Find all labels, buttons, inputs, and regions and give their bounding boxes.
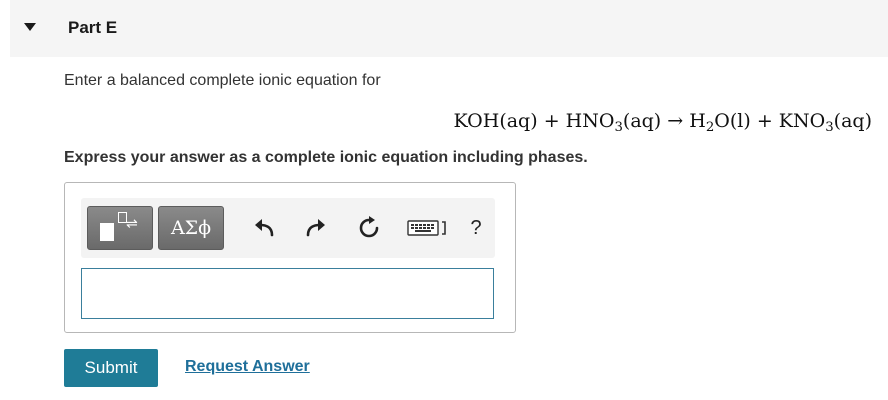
reactant-2: HNO3(aq) <box>565 110 662 135</box>
request-answer-link[interactable]: Request Answer <box>185 358 310 376</box>
product-2: KNO3(aq) <box>778 110 872 135</box>
reset-icon[interactable] <box>354 212 384 244</box>
redo-icon[interactable] <box>301 212 331 244</box>
undo-icon[interactable] <box>249 212 279 244</box>
plus-sign: + <box>756 110 773 132</box>
plus-sign: + <box>543 110 560 132</box>
collapse-caret-icon[interactable] <box>24 23 36 31</box>
reaction-arrow: → <box>667 110 684 132</box>
help-icon[interactable]: ? <box>461 212 491 244</box>
answer-instruction: Express your answer as a complete ionic … <box>64 149 588 166</box>
chemical-equation: KOH(aq) + HNO3(aq) → H2O(l) + KNO3(aq) <box>453 110 872 135</box>
submit-button[interactable]: Submit <box>64 349 158 387</box>
question-prompt: Enter a balanced complete ionic equation… <box>64 72 381 89</box>
answer-editor: ⇌ ΑΣϕ ? <box>64 182 516 333</box>
part-title: Part E <box>68 18 118 37</box>
answer-input[interactable] <box>81 268 494 319</box>
symbols-button[interactable]: ΑΣϕ <box>158 206 224 250</box>
part-header <box>10 0 888 57</box>
reactant-1: KOH(aq) <box>453 110 538 132</box>
editor-toolbar: ⇌ ΑΣϕ ? <box>81 198 495 258</box>
templates-button[interactable]: ⇌ <box>87 206 153 250</box>
keyboard-icon[interactable] <box>405 212 453 244</box>
product-1: H2O(l) <box>689 110 751 135</box>
